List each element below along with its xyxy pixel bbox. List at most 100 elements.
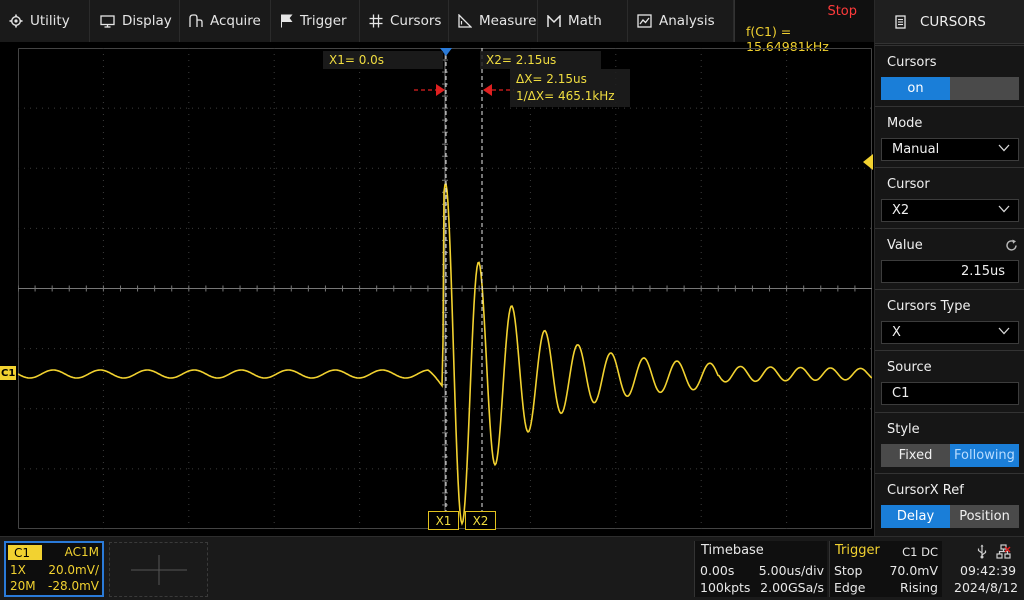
value-label: Value	[887, 238, 923, 253]
network-icon	[996, 544, 1011, 559]
menu-math[interactable]: Math	[538, 0, 628, 42]
panel-header: CURSORS	[875, 0, 1024, 44]
crosshair-icon	[369, 14, 383, 28]
waveform-grid[interactable]	[18, 48, 872, 529]
cursors-panel: CURSORS Cursors on Mode Manual Cursor X2…	[874, 0, 1024, 536]
menu-trigger-label: Trigger	[300, 13, 347, 29]
chevron-down-icon	[998, 205, 1010, 213]
panel-title: CURSORS	[920, 13, 986, 30]
cursor-x2-handle[interactable]: X2	[465, 511, 496, 530]
trigger-level: 70.0mV	[889, 563, 938, 578]
channel1-scale: 20.0mV/	[48, 563, 99, 577]
channel1-bandwidth: 20M	[10, 579, 36, 593]
usb-icon	[977, 544, 987, 559]
add-channel-slot[interactable]	[109, 542, 208, 597]
value-section: Value 2.15us	[875, 228, 1024, 289]
cursor-delta-arrows	[414, 84, 514, 96]
cursor-section: Cursor X2	[875, 167, 1024, 228]
channel1-info[interactable]: C1 AC1M 1X 20.0mV/ 20M -28.0mV	[4, 541, 104, 597]
menu-acquire[interactable]: Acquire	[180, 0, 271, 42]
math-icon	[547, 14, 561, 27]
menu-display-label: Display	[122, 13, 172, 29]
cursor-delta-readout: ΔX= 2.15us 1/ΔX= 465.1kHz	[510, 69, 630, 107]
channel1-tag: C1	[8, 545, 42, 560]
cursor-x1-readout: X1= 0.0s	[323, 51, 443, 69]
clock-date: 2024/8/12	[954, 580, 1019, 595]
style-label: Style	[887, 422, 920, 437]
menu-utility[interactable]: Utility	[0, 0, 90, 42]
source-select[interactable]: C1	[881, 382, 1019, 405]
analysis-icon	[637, 14, 652, 28]
cursors-type-section: Cursors Type X	[875, 289, 1024, 350]
style-following-option[interactable]: Following	[950, 444, 1019, 467]
cursors-type-value: X	[892, 325, 901, 340]
cursors-toggle[interactable]: on	[881, 77, 1019, 100]
trigger-type: Edge	[834, 580, 866, 595]
reset-icon[interactable]	[1005, 239, 1018, 252]
menu-utility-label: Utility	[30, 13, 70, 29]
run-state[interactable]: Stop	[827, 4, 857, 19]
delta-x: ΔX= 2.15us	[516, 72, 587, 86]
plus-icon	[131, 555, 187, 585]
timebase-title: Timebase	[701, 543, 764, 558]
cursors-enable-section: Cursors on	[875, 45, 1024, 106]
cursors-on-option[interactable]: on	[881, 77, 950, 100]
channel1-probe: 1X	[10, 563, 26, 577]
chevron-down-icon	[998, 144, 1010, 152]
trigger-info[interactable]: Trigger C1 DC Stop 70.0mV Edge Rising	[829, 541, 942, 597]
style-section: Style Fixed Following	[875, 412, 1024, 473]
trigger-level-marker[interactable]	[863, 154, 873, 170]
source-value: C1	[892, 386, 910, 401]
menu-cursors-label: Cursors	[390, 13, 442, 29]
menu-acquire-label: Acquire	[210, 13, 261, 29]
cursors-type-select[interactable]: X	[881, 321, 1019, 344]
cursor-label: Cursor	[887, 177, 930, 192]
menu-analysis-label: Analysis	[659, 13, 715, 29]
timebase-info[interactable]: Timebase 0.00s 5.00us/div 100kpts 2.00GS…	[694, 541, 827, 597]
monitor-icon	[100, 14, 115, 28]
flag-icon	[281, 14, 293, 28]
trigger-title: Trigger	[835, 543, 880, 558]
cursors-type-label: Cursors Type	[887, 299, 971, 314]
measure-icon	[458, 14, 472, 28]
cursorx-ref-toggle[interactable]: Delay Position	[881, 505, 1019, 528]
source-label: Source	[887, 360, 932, 375]
source-section: Source C1	[875, 350, 1024, 411]
gear-icon	[9, 14, 23, 28]
graticule	[18, 48, 872, 529]
value-text: 2.15us	[961, 264, 1005, 279]
menu-display[interactable]: Display	[90, 0, 180, 42]
channel1-offset-marker[interactable]: C1	[0, 366, 16, 380]
timebase-delay: 0.00s	[700, 563, 735, 578]
channel1-offset: -28.0mV	[48, 579, 99, 593]
cursors-enable-label: Cursors	[887, 55, 937, 70]
style-fixed-option[interactable]: Fixed	[881, 444, 950, 467]
timebase-memory: 100kpts	[700, 580, 751, 595]
cursors-off-option[interactable]	[950, 77, 1019, 100]
menu-analysis[interactable]: Analysis	[628, 0, 734, 42]
mode-select[interactable]: Manual	[881, 138, 1019, 161]
style-toggle[interactable]: Fixed Following	[881, 444, 1019, 467]
system-tray: 09:42:39 2024/8/12	[946, 541, 1024, 597]
inverse-delta-x: 1/ΔX= 465.1kHz	[516, 89, 615, 103]
mode-label: Mode	[887, 116, 923, 131]
ref-delay-option[interactable]: Delay	[881, 505, 950, 528]
menu-measure-label: Measure	[479, 13, 537, 29]
value-input[interactable]: 2.15us	[881, 260, 1019, 283]
timebase-scale: 5.00us/div	[758, 563, 824, 578]
bottom-status-bar: C1 AC1M 1X 20.0mV/ 20M -28.0mV Timebase …	[0, 536, 1024, 600]
status-readout: Stop f(C1) = 15.64981kHz	[734, 0, 874, 54]
cursorx-ref-section: CursorX Ref Delay Position	[875, 473, 1024, 534]
document-icon	[895, 14, 906, 29]
cursor-x2-readout: X2= 2.15us	[480, 51, 601, 69]
cursor-select[interactable]: X2	[881, 199, 1019, 222]
menu-trigger[interactable]: Trigger	[271, 0, 360, 42]
timebase-sample-rate: 2.00GSa/s	[760, 580, 824, 595]
ref-position-option[interactable]: Position	[950, 505, 1019, 528]
chevron-down-icon	[998, 327, 1010, 335]
cursor-x1-handle[interactable]: X1	[428, 511, 459, 530]
menu-cursors[interactable]: Cursors	[360, 0, 449, 42]
menu-measure[interactable]: Measure	[449, 0, 538, 42]
trigger-slope: Rising	[899, 580, 938, 595]
mode-value: Manual	[892, 142, 940, 157]
